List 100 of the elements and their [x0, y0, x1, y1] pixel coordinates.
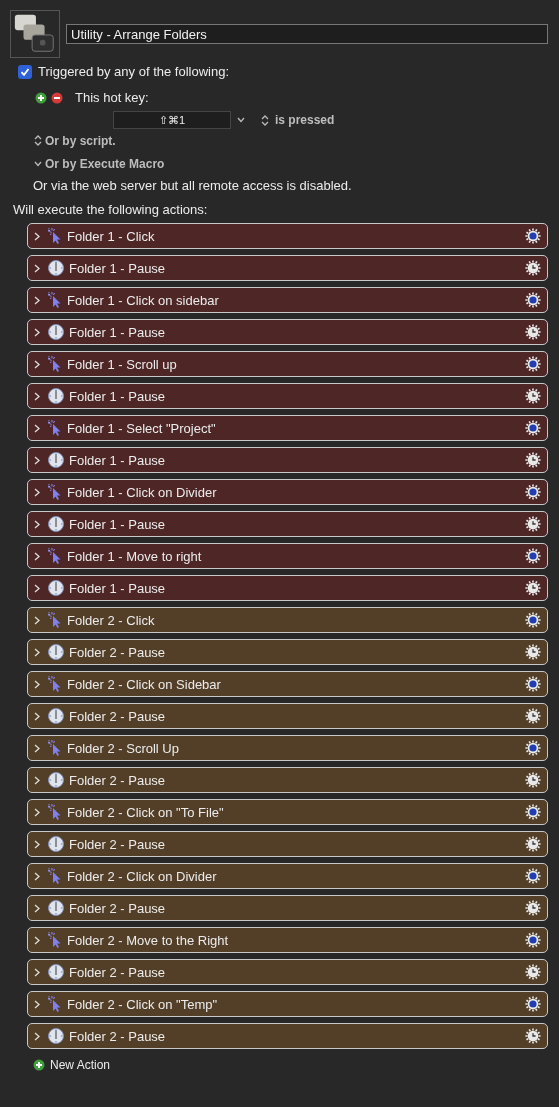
- gear-clock-icon[interactable]: [525, 260, 541, 276]
- disclosure-icon[interactable]: [34, 519, 40, 529]
- cursor-icon: [48, 356, 62, 372]
- gear-clock-icon[interactable]: [525, 772, 541, 788]
- disclosure-icon: [34, 160, 42, 167]
- cursor-icon: [48, 420, 62, 436]
- trigger-option[interactable]: Or by Execute Macro: [45, 156, 165, 171]
- action-row[interactable]: Folder 2 - Click on "Temp": [27, 991, 548, 1017]
- action-row[interactable]: Folder 1 - Click on sidebar: [27, 287, 548, 313]
- trigger-option[interactable]: Or by script.: [45, 133, 116, 148]
- action-row[interactable]: Folder 2 - Click: [27, 607, 548, 633]
- stepper-icon: [34, 135, 42, 146]
- action-row[interactable]: Folder 2 - Pause: [27, 895, 548, 921]
- disclosure-icon[interactable]: [34, 583, 40, 593]
- gear-icon[interactable]: [525, 356, 541, 372]
- disclosure-icon[interactable]: [34, 999, 40, 1009]
- disclosure-icon[interactable]: [34, 647, 40, 657]
- action-row[interactable]: Folder 1 - Click on Divider: [27, 479, 548, 505]
- disclosure-icon[interactable]: [34, 487, 40, 497]
- gear-icon[interactable]: [525, 868, 541, 884]
- cursor-icon: [48, 612, 62, 628]
- gear-icon[interactable]: [525, 420, 541, 436]
- disclosure-icon[interactable]: [34, 359, 40, 369]
- hotkey-field[interactable]: ⇧⌘1: [113, 111, 231, 129]
- action-row[interactable]: Folder 2 - Click on Sidebar: [27, 671, 548, 697]
- disclosure-icon[interactable]: [34, 775, 40, 785]
- gear-clock-icon[interactable]: [525, 388, 541, 404]
- gear-icon[interactable]: [525, 932, 541, 948]
- cursor-icon: [48, 676, 62, 692]
- disclosure-icon[interactable]: [34, 839, 40, 849]
- add-icon[interactable]: [35, 91, 47, 104]
- action-row[interactable]: Folder 1 - Move to right: [27, 543, 548, 569]
- disclosure-icon[interactable]: [34, 615, 40, 625]
- action-row[interactable]: Folder 1 - Scroll up: [27, 351, 548, 377]
- gear-clock-icon[interactable]: [525, 836, 541, 852]
- disclosure-icon[interactable]: [34, 1031, 40, 1041]
- gear-clock-icon[interactable]: [525, 644, 541, 660]
- gear-icon[interactable]: [525, 612, 541, 628]
- action-row[interactable]: Folder 2 - Pause: [27, 831, 548, 857]
- action-row[interactable]: Folder 2 - Pause: [27, 703, 548, 729]
- clock-icon: [48, 836, 64, 852]
- gear-clock-icon[interactable]: [525, 1028, 541, 1044]
- add-icon[interactable]: [33, 1059, 45, 1071]
- action-row[interactable]: Folder 1 - Pause: [27, 383, 548, 409]
- gear-clock-icon[interactable]: [525, 708, 541, 724]
- action-row[interactable]: Folder 2 - Pause: [27, 959, 548, 985]
- action-row[interactable]: Folder 2 - Click on "To File": [27, 799, 548, 825]
- gear-icon[interactable]: [525, 228, 541, 244]
- action-row[interactable]: Folder 1 - Pause: [27, 447, 548, 473]
- disclosure-icon[interactable]: [34, 711, 40, 721]
- disclosure-icon[interactable]: [34, 455, 40, 465]
- disclosure-icon[interactable]: [34, 871, 40, 881]
- gear-clock-icon[interactable]: [525, 900, 541, 916]
- action-row[interactable]: Folder 2 - Pause: [27, 639, 548, 665]
- checkbox[interactable]: [18, 64, 32, 79]
- action-row[interactable]: Folder 2 - Pause: [27, 1023, 548, 1049]
- gear-clock-icon[interactable]: [525, 964, 541, 980]
- gear-clock-icon[interactable]: [525, 324, 541, 340]
- action-row[interactable]: Folder 1 - Pause: [27, 511, 548, 537]
- remove-icon[interactable]: [51, 91, 63, 104]
- action-row[interactable]: Folder 1 - Click: [27, 223, 548, 249]
- macro-icon[interactable]: [10, 10, 60, 58]
- gear-icon[interactable]: [525, 804, 541, 820]
- action-row[interactable]: Folder 2 - Move to the Right: [27, 927, 548, 953]
- action-row[interactable]: Folder 2 - Pause: [27, 767, 548, 793]
- new-action-link[interactable]: New Action: [50, 1058, 111, 1072]
- disclosure-icon[interactable]: [34, 263, 40, 273]
- clock-icon: [48, 708, 64, 724]
- disclosure-icon[interactable]: [34, 743, 40, 753]
- gear-icon[interactable]: [525, 740, 541, 756]
- gear-icon[interactable]: [525, 996, 541, 1012]
- disclosure-icon[interactable]: [34, 391, 40, 401]
- clock-icon: [48, 452, 64, 468]
- action-row[interactable]: Folder 2 - Scroll Up: [27, 735, 548, 761]
- clock-icon: [48, 324, 64, 340]
- gear-clock-icon[interactable]: [525, 452, 541, 468]
- disclosure-icon[interactable]: [34, 903, 40, 913]
- gear-icon[interactable]: [525, 548, 541, 564]
- disclosure-icon[interactable]: [34, 935, 40, 945]
- disclosure-icon[interactable]: [34, 423, 40, 433]
- disclosure-icon[interactable]: [34, 295, 40, 305]
- clock-icon: [48, 388, 64, 404]
- disclosure-icon[interactable]: [34, 327, 40, 337]
- action-row[interactable]: Folder 1 - Select "Project": [27, 415, 548, 441]
- gear-icon[interactable]: [525, 292, 541, 308]
- macro-name-field[interactable]: Utility - Arrange Folders: [66, 24, 548, 44]
- condition-popup[interactable]: is pressed: [275, 113, 335, 127]
- action-row[interactable]: Folder 2 - Click on Divider: [27, 863, 548, 889]
- disclosure-icon[interactable]: [34, 679, 40, 689]
- action-row[interactable]: Folder 1 - Pause: [27, 255, 548, 281]
- gear-clock-icon[interactable]: [525, 516, 541, 532]
- gear-clock-icon[interactable]: [525, 580, 541, 596]
- disclosure-icon[interactable]: [34, 231, 40, 241]
- disclosure-icon[interactable]: [34, 551, 40, 561]
- gear-icon[interactable]: [525, 484, 541, 500]
- disclosure-icon[interactable]: [34, 807, 40, 817]
- disclosure-icon[interactable]: [34, 967, 40, 977]
- action-row[interactable]: Folder 1 - Pause: [27, 319, 548, 345]
- gear-icon[interactable]: [525, 676, 541, 692]
- action-row[interactable]: Folder 1 - Pause: [27, 575, 548, 601]
